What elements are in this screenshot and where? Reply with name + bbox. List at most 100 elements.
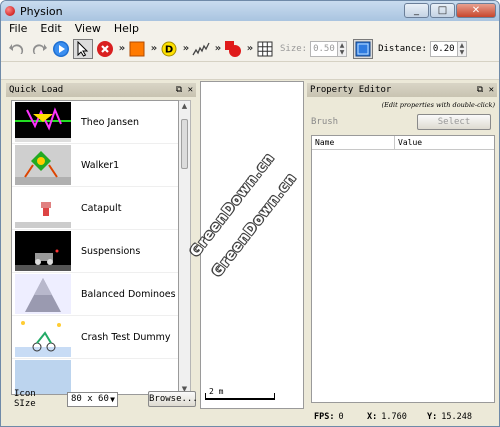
brush-icon bbox=[225, 40, 241, 57]
distance-spinner[interactable]: ▲ ▼ bbox=[457, 40, 467, 57]
toolbar-more-3[interactable]: » bbox=[181, 40, 191, 58]
spring-icon bbox=[192, 42, 210, 55]
property-table: Name Value bbox=[311, 135, 495, 403]
menu-file[interactable]: File bbox=[9, 22, 27, 35]
thumbnail-walker1 bbox=[15, 145, 71, 185]
list-item-label: Walker1 bbox=[81, 159, 120, 171]
property-editor-hint: (Edit properties with double-click) bbox=[381, 101, 495, 109]
x-status: X: 1.760 bbox=[367, 412, 407, 422]
list-item[interactable]: Catapult bbox=[12, 187, 178, 230]
property-table-header: Name Value bbox=[312, 136, 494, 150]
menu-view[interactable]: View bbox=[75, 22, 101, 35]
app-icon bbox=[5, 6, 15, 16]
thumbnail-balanced-dominoes bbox=[15, 274, 71, 314]
app-window: Physion _ □ ✕ File Edit View Help » » D … bbox=[0, 0, 500, 427]
quick-load-title-bar: Quick Load ⧉ ✕ bbox=[6, 83, 196, 97]
window-title: Physion bbox=[20, 4, 63, 18]
list-item-label: Catapult bbox=[81, 202, 122, 214]
quick-load-footer: Icon SIze 80 x 60 ▼ Browse... bbox=[14, 389, 198, 409]
column-header-name[interactable]: Name bbox=[312, 136, 395, 149]
d-tool-button[interactable]: D bbox=[159, 39, 179, 59]
redo-icon bbox=[32, 43, 47, 54]
thumbnail-suspensions bbox=[15, 231, 71, 271]
play-icon bbox=[53, 40, 69, 57]
toolbar-more-5[interactable]: » bbox=[245, 40, 255, 58]
undo-button[interactable] bbox=[7, 39, 27, 59]
spring-tool-button[interactable] bbox=[191, 39, 211, 59]
simulation-canvas[interactable]: 2 m bbox=[200, 81, 304, 409]
secondary-toolbar bbox=[1, 62, 499, 80]
icon-size-value: 80 x 60 bbox=[70, 393, 109, 404]
thumbnail-catapult bbox=[15, 188, 71, 228]
toolbar-more-2[interactable]: » bbox=[149, 40, 159, 58]
property-editor-title-bar: Property Editor ⧉ ✕ bbox=[307, 83, 497, 97]
distance-field[interactable]: 0.20 bbox=[429, 40, 458, 57]
property-editor-title: Property Editor bbox=[310, 85, 392, 95]
distance-label: Distance: bbox=[378, 43, 427, 54]
stop-button[interactable] bbox=[95, 39, 115, 59]
pointer-button[interactable] bbox=[73, 38, 93, 59]
d-tool-icon: D bbox=[161, 41, 177, 56]
list-item-label: Crash Test Dummy bbox=[81, 331, 171, 343]
window-controls: _ □ ✕ bbox=[403, 3, 496, 18]
list-item-label: Balanced Dominoes bbox=[81, 288, 176, 300]
fps-status: FPS: 0 bbox=[314, 412, 344, 422]
quick-load-panel: Quick Load ⧉ ✕ Theo Jansen Walker1 Catap… bbox=[6, 83, 198, 409]
size-field[interactable]: 0.50 bbox=[310, 40, 339, 57]
brush-label: Brush bbox=[311, 117, 339, 127]
stop-icon bbox=[97, 40, 113, 57]
float-icon[interactable]: ⧉ bbox=[176, 85, 182, 95]
property-editor-panel: Property Editor ⧉ ✕ (Edit properties wit… bbox=[307, 83, 497, 406]
float-icon[interactable]: ⧉ bbox=[477, 85, 483, 95]
list-item[interactable]: Theo Jansen bbox=[12, 101, 178, 144]
close-icon[interactable]: ✕ bbox=[188, 85, 193, 95]
browse-button[interactable]: Browse... bbox=[148, 391, 198, 407]
snap-button[interactable] bbox=[353, 38, 374, 59]
chevron-down-icon: ▼ bbox=[110, 394, 115, 404]
list-item-label: Suspensions bbox=[81, 245, 141, 257]
toolbar-more-4[interactable]: » bbox=[213, 40, 223, 58]
panel-controls: ⧉ ✕ bbox=[477, 83, 494, 97]
panel-controls: ⧉ ✕ bbox=[176, 83, 193, 97]
list-item[interactable]: Suspensions bbox=[12, 230, 178, 273]
close-icon[interactable]: ✕ bbox=[489, 85, 494, 95]
box-icon bbox=[129, 41, 145, 56]
size-spinner[interactable]: ▲ ▼ bbox=[338, 40, 348, 57]
select-button[interactable]: Select bbox=[417, 114, 491, 130]
pointer-icon bbox=[77, 40, 89, 57]
list-item[interactable]: Walker1 bbox=[12, 144, 178, 187]
icon-size-label: Icon SIze bbox=[14, 389, 36, 409]
close-button[interactable]: ✕ bbox=[456, 3, 496, 18]
quick-load-title: Quick Load bbox=[9, 85, 64, 95]
maximize-button[interactable]: □ bbox=[430, 3, 455, 18]
redo-button[interactable] bbox=[29, 39, 49, 59]
scale-label: 2 m bbox=[209, 387, 224, 396]
grid-icon bbox=[257, 41, 273, 56]
size-label: Size: bbox=[280, 43, 308, 54]
y-status: Y: 15.248 bbox=[427, 412, 472, 422]
list-item[interactable]: Crash Test Dummy bbox=[12, 316, 178, 359]
toolbar: » » D » » » Size: 0.50 ▲ ▼ Distance: 0.20… bbox=[1, 36, 499, 62]
scroll-up-icon[interactable]: ▲ bbox=[180, 102, 189, 110]
menu-bar: File Edit View Help bbox=[1, 21, 499, 36]
quick-load-list: Theo Jansen Walker1 Catapult Suspensions… bbox=[11, 100, 179, 395]
minimize-button[interactable]: _ bbox=[404, 3, 429, 18]
menu-help[interactable]: Help bbox=[114, 22, 139, 35]
box-tool-button[interactable] bbox=[127, 39, 147, 59]
list-item-label: Theo Jansen bbox=[81, 116, 139, 128]
column-header-value[interactable]: Value bbox=[395, 136, 422, 149]
brush-tool-button[interactable] bbox=[223, 39, 243, 59]
icon-size-select[interactable]: 80 x 60 ▼ bbox=[66, 391, 118, 407]
play-button[interactable] bbox=[51, 39, 71, 59]
thumbnail-theo-jansen bbox=[15, 102, 71, 142]
svg-text:D: D bbox=[165, 44, 173, 55]
status-bar: FPS: 0 X: 1.760 Y: 15.248 bbox=[1, 409, 499, 426]
scale-bar: 2 m bbox=[205, 387, 275, 403]
menu-edit[interactable]: Edit bbox=[40, 22, 61, 35]
list-item[interactable]: Balanced Dominoes bbox=[12, 273, 178, 316]
grid-button[interactable] bbox=[255, 39, 275, 59]
toolbar-more-1[interactable]: » bbox=[117, 40, 127, 58]
thumbnail-crash-test-dummy bbox=[15, 317, 71, 357]
scrollbar-thumb[interactable] bbox=[181, 119, 188, 169]
snap-icon bbox=[355, 41, 371, 56]
